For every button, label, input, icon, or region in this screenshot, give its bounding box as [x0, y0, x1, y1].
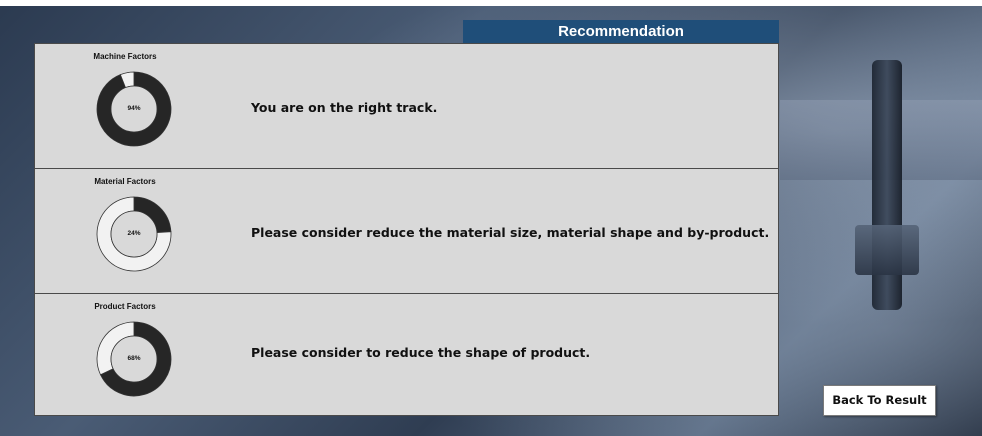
donut-hole	[110, 210, 158, 258]
factor-message: Please consider reduce the material size…	[251, 225, 770, 240]
factor-row-product: Product Factors 68% Please consider to r…	[35, 294, 778, 415]
donut-chart-material	[96, 196, 172, 272]
donut-chart-machine	[96, 71, 172, 147]
factor-message: Please consider to reduce the shape of p…	[251, 345, 591, 360]
factor-title: Material Factors	[94, 177, 156, 186]
factor-message: You are on the right track.	[251, 100, 438, 115]
recommendation-panel: Machine Factors 94% You are on the right…	[34, 43, 779, 416]
donut-hole	[110, 85, 158, 133]
recommendation-header: Recommendation	[463, 20, 779, 43]
top-strip	[0, 0, 982, 6]
factor-row-material: Material Factors 24% Please consider red…	[35, 169, 778, 294]
back-to-result-button[interactable]: Back To Result	[823, 385, 936, 416]
donut-hole	[110, 335, 158, 383]
factor-title: Machine Factors	[93, 52, 157, 61]
background-bolt-head	[855, 225, 919, 275]
factor-row-machine: Machine Factors 94% You are on the right…	[35, 44, 778, 169]
donut-chart-product	[96, 321, 172, 397]
factor-title: Product Factors	[94, 302, 156, 311]
